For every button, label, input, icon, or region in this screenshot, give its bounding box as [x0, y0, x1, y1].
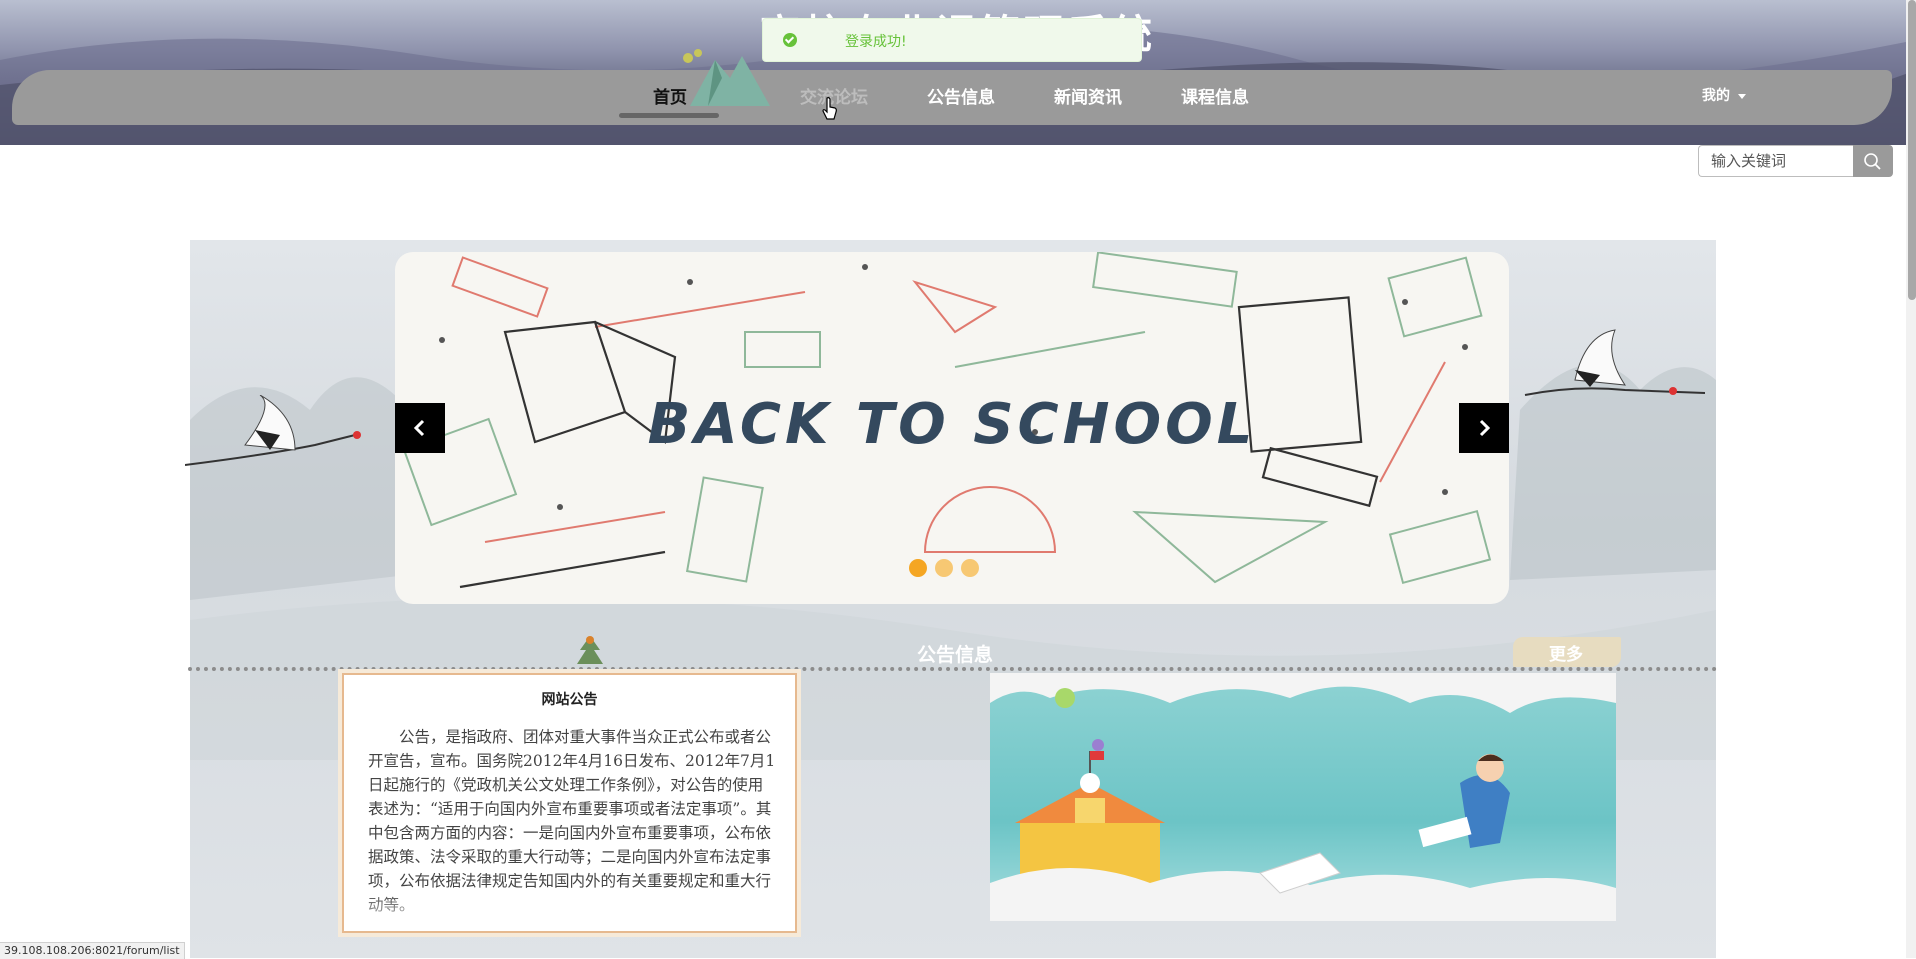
chevron-right-icon — [1479, 419, 1491, 437]
announcement-card[interactable]: 网站公告 公告，是指政府、团体对重大事件当众正式公布或者公开宣告，宣布。国务院2… — [342, 673, 797, 933]
pine-tree-icon — [577, 636, 603, 664]
status-url: 39.108.108.206:8021/forum/list — [0, 942, 185, 959]
toast-message: 登录成功! — [845, 34, 907, 50]
banner-headline: BACK TO SCHOOL — [647, 392, 1257, 457]
mountain-decoration-icon — [683, 49, 770, 106]
crane-right-decoration — [1524, 329, 1705, 396]
section-divider — [188, 667, 1718, 671]
more-label: 更多 — [1549, 645, 1583, 665]
carousel-prev-button[interactable] — [395, 403, 445, 453]
more-link[interactable]: 更多 — [1513, 637, 1621, 667]
carousel-dot-1[interactable] — [909, 559, 927, 577]
search-button[interactable] — [1853, 145, 1893, 177]
nav-news[interactable]: 新闻资讯 — [1054, 83, 1122, 108]
card-fade-overlay — [344, 891, 795, 931]
school-illustration-image — [990, 673, 1616, 921]
user-menu[interactable]: 我的 — [1702, 85, 1746, 105]
chevron-left-icon — [413, 419, 425, 437]
hand-cursor-icon — [822, 97, 837, 120]
scrollbar-thumb[interactable] — [1908, 0, 1916, 300]
nav-home[interactable]: 首页 — [653, 83, 687, 108]
carousel-dot-2[interactable] — [935, 559, 953, 577]
check-circle-icon — [783, 33, 797, 47]
nav-announcements[interactable]: 公告信息 — [927, 83, 995, 108]
search-input[interactable] — [1698, 145, 1853, 177]
search-icon — [1864, 153, 1881, 170]
success-toast: 登录成功! — [762, 18, 1142, 62]
crane-left-decoration — [185, 395, 361, 466]
nav-courses[interactable]: 课程信息 — [1181, 83, 1249, 108]
announcements-section-title: 公告信息 — [916, 644, 993, 666]
announcement-card-title: 网站公告 — [541, 692, 598, 708]
announcement-card-body: 公告，是指政府、团体对重大事件当众正式公布或者公开宣告，宣布。国务院2012年4… — [368, 728, 776, 914]
user-menu-label: 我的 — [1702, 88, 1730, 104]
carousel-next-button[interactable] — [1459, 403, 1509, 453]
caret-down-icon — [1738, 93, 1746, 99]
carousel-dot-3[interactable] — [961, 559, 979, 577]
nav-active-indicator — [619, 113, 719, 118]
student-school-scene — [990, 673, 1616, 921]
banner-carousel: BACK TO SCHOOL — [395, 252, 1509, 604]
